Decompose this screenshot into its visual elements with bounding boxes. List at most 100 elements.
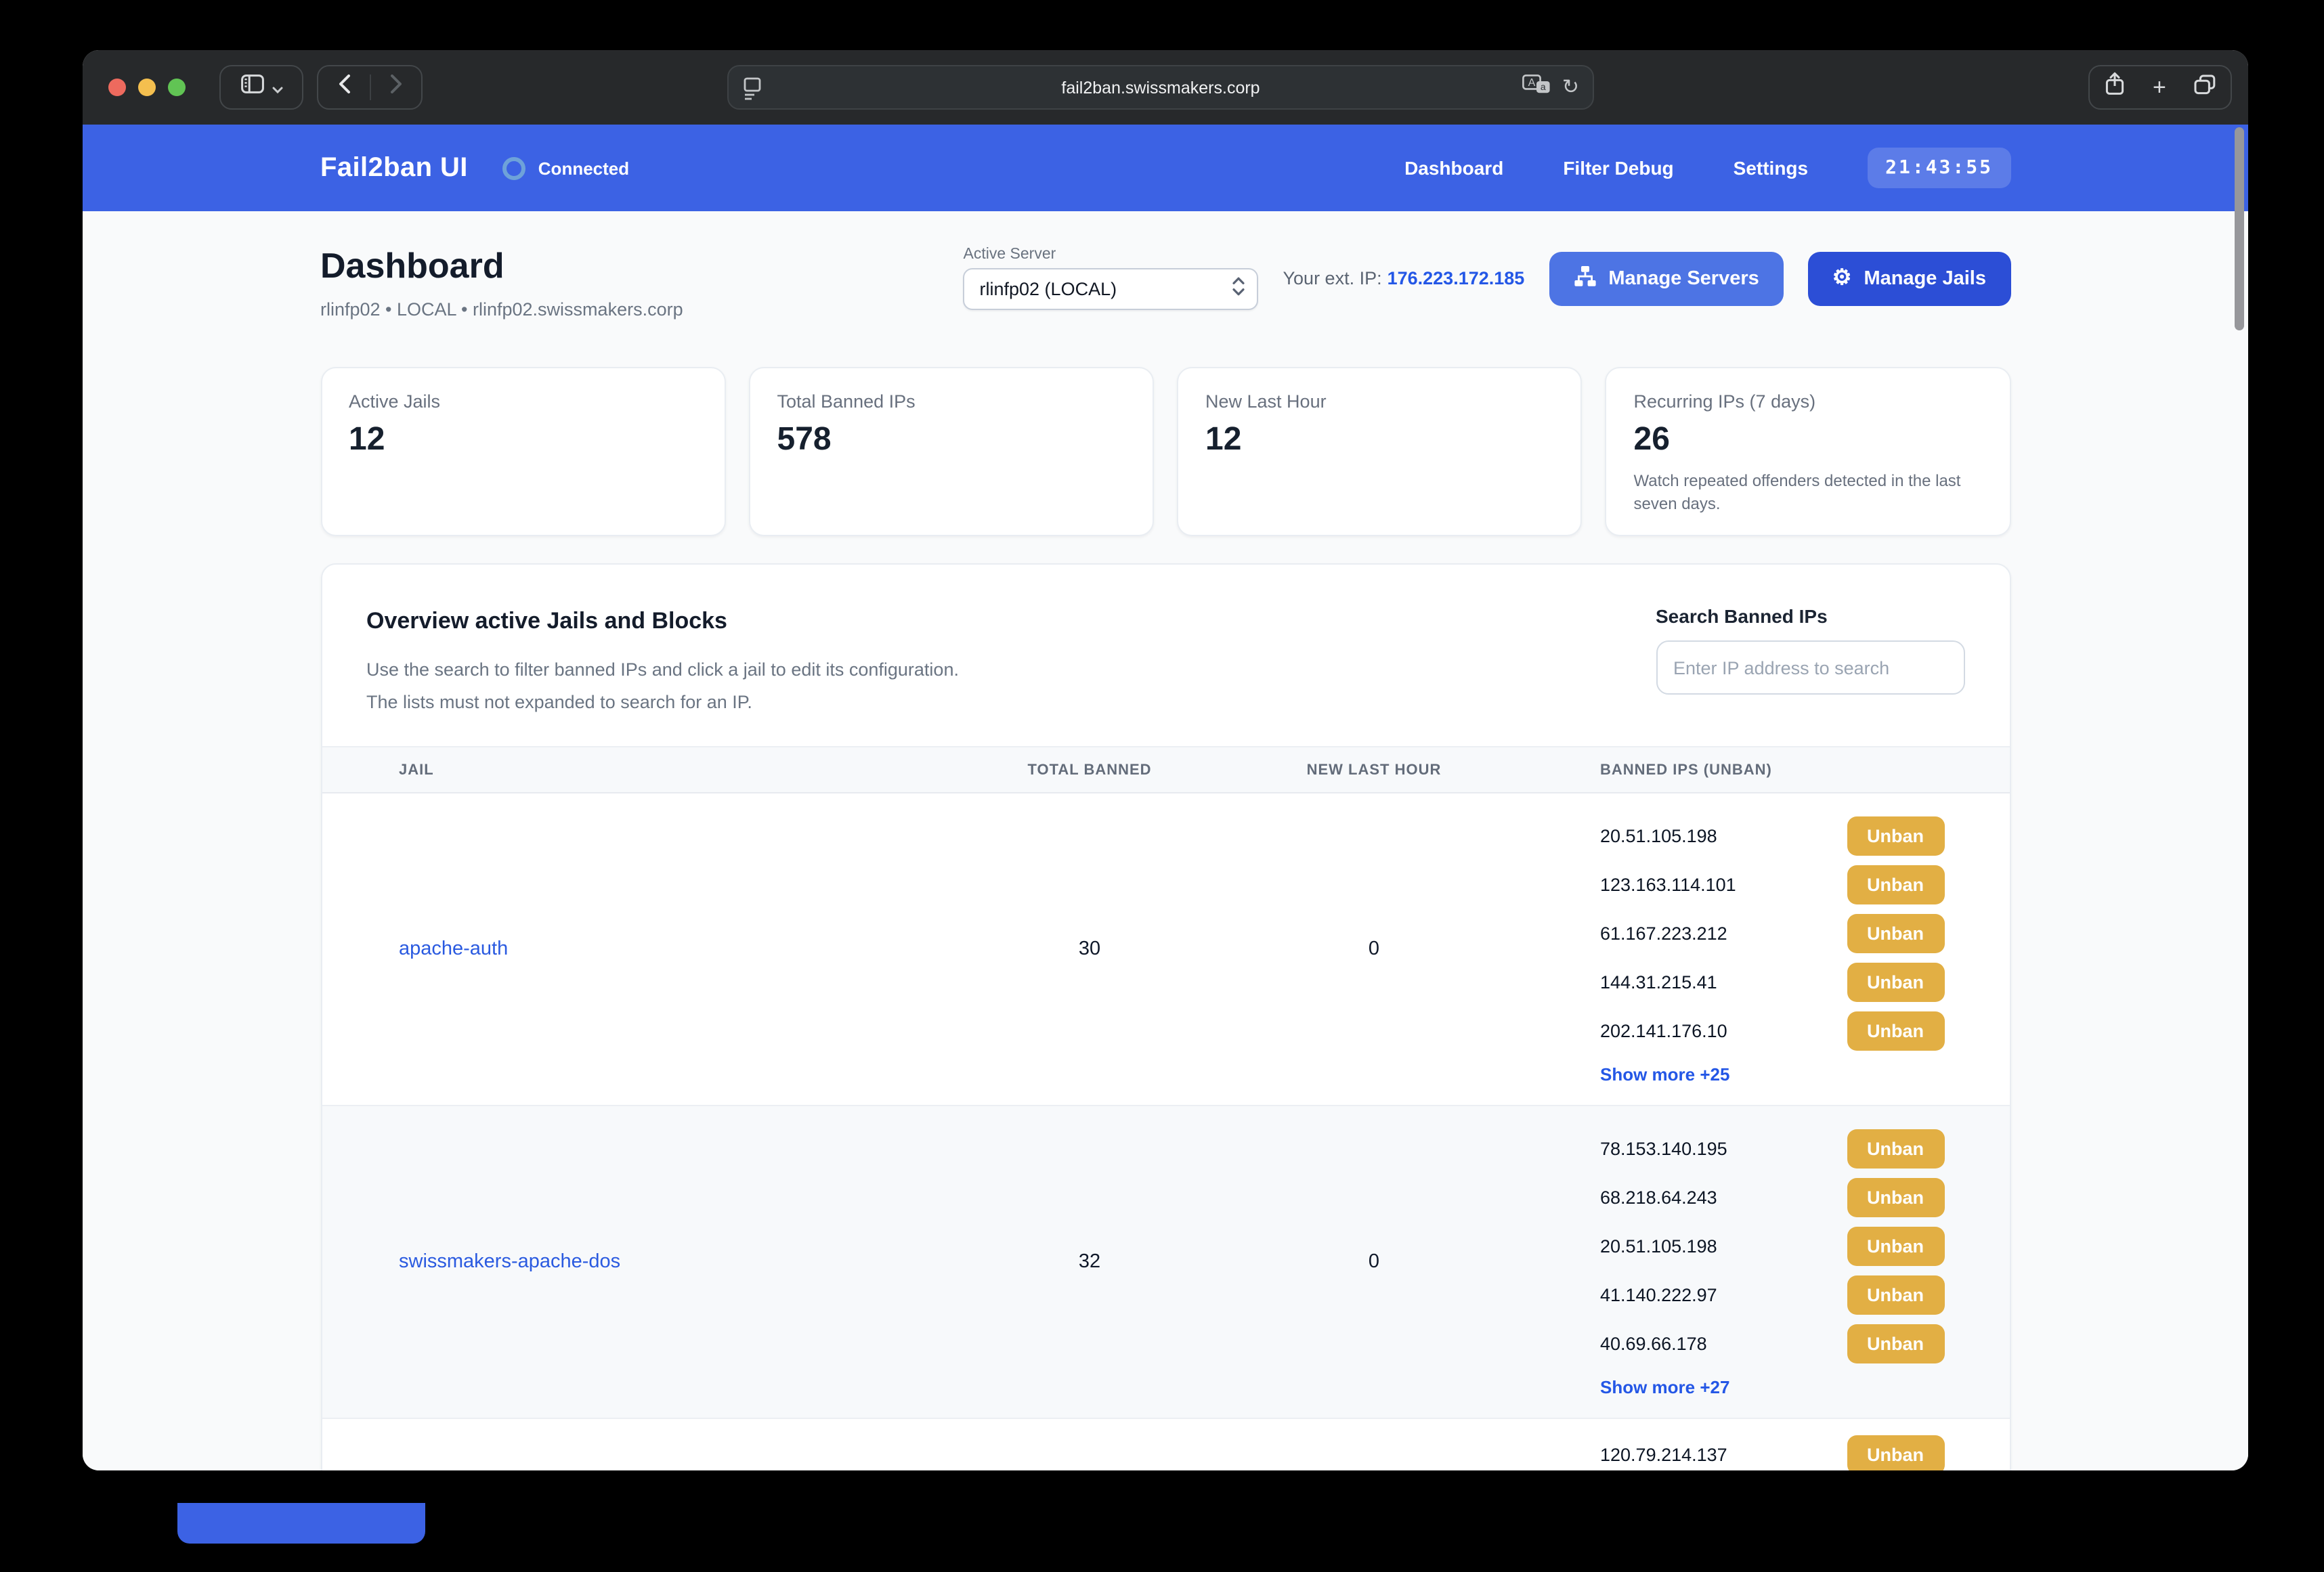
unban-button[interactable]: Unban	[1847, 1177, 1944, 1217]
svg-text:A: A	[1529, 77, 1536, 88]
jails-table: JAIL TOTAL BANNED NEW LAST HOUR BANNED I…	[322, 746, 2009, 1470]
app-nav-links: DashboardFilter DebugSettings21:43:55	[1404, 148, 2010, 188]
manage-jails-button[interactable]: ⚙ Manage Jails	[1808, 251, 2010, 305]
back-button[interactable]	[338, 74, 350, 100]
stat-value: 26	[1634, 421, 1983, 459]
banned-ip: 123.163.114.101	[1600, 874, 1736, 894]
unban-button[interactable]: Unban	[1847, 1324, 1944, 1363]
column-banned-ips: BANNED IPS (UNBAN)	[1536, 762, 1944, 778]
stat-value: 578	[777, 421, 1126, 459]
unban-button[interactable]: Unban	[1847, 1226, 1944, 1265]
stat-card: Recurring IPs (7 days) 26 Watch repeated o…	[1606, 367, 2011, 536]
stat-label: New Last Hour	[1205, 391, 1554, 412]
main-content: Dashboard rlinfp02 • LOCAL • rlinfp02.sw…	[320, 211, 2010, 1470]
banned-ip-row: 202.141.176.10 Unban	[1600, 1006, 1944, 1055]
new-last-hour-value: 0	[1211, 1251, 1536, 1273]
column-new-last-hour: NEW LAST HOUR	[1211, 762, 1536, 778]
sidebar-icon	[240, 74, 263, 100]
toolbar-actions: +	[2088, 65, 2232, 110]
new-last-hour-value: 0	[1211, 938, 1536, 960]
nav-item-settings[interactable]: Settings	[1734, 157, 1808, 179]
search-label: Search Banned IPs	[1656, 605, 1964, 627]
show-more-link[interactable]: Show more +25	[1600, 1059, 1944, 1089]
browser-chrome: fail2ban.swissmakers.corp Aa ↻ +	[83, 50, 2248, 125]
banned-ip: 41.140.222.97	[1600, 1284, 1717, 1305]
scrollbar-thumb[interactable]	[2235, 127, 2244, 330]
banned-ip-row: 20.51.105.198 Unban	[1600, 811, 1944, 860]
stat-label: Recurring IPs (7 days)	[1634, 391, 1983, 412]
table-row: apache-auth30020.51.105.198Unban123.163.…	[322, 793, 2009, 1106]
address-bar[interactable]: fail2ban.swissmakers.corp Aa ↻	[727, 65, 1594, 110]
external-ip-value: 176.223.172.185	[1387, 268, 1525, 288]
forward-button[interactable]	[389, 74, 402, 100]
unban-button[interactable]: Unban	[1847, 1435, 1944, 1470]
banned-ip-row: 20.51.105.198 Unban	[1600, 1221, 1944, 1270]
close-window-button[interactable]	[108, 79, 126, 96]
dashboard-header: Dashboard rlinfp02 • LOCAL • rlinfp02.sw…	[320, 244, 2010, 322]
nav-item-dashboard[interactable]: Dashboard	[1404, 157, 1503, 179]
tab-overview-icon[interactable]	[2195, 74, 2216, 101]
app-navbar: Fail2ban UI Connected DashboardFilter De…	[83, 125, 2248, 211]
unban-button[interactable]: Unban	[1847, 1129, 1944, 1168]
manage-servers-button[interactable]: Manage Servers	[1549, 251, 1783, 305]
banned-ip-row: 120.79.214.137Unban	[1600, 1430, 1944, 1470]
svg-text:a: a	[1541, 81, 1547, 91]
unban-button[interactable]: Unban	[1847, 1011, 1944, 1050]
banned-ip: 61.167.223.212	[1600, 923, 1727, 943]
column-jail: JAIL	[399, 762, 968, 778]
connection-status: Connected	[503, 156, 629, 179]
zoom-window-button[interactable]	[168, 79, 186, 96]
external-ip: Your ext. IP:176.223.172.185	[1283, 268, 1525, 288]
banned-ip-row: 61.167.223.212 Unban	[1600, 909, 1944, 957]
banned-ip-row: 41.140.222.97 Unban	[1600, 1270, 1944, 1319]
unban-button[interactable]: Unban	[1847, 962, 1944, 1001]
translate-icon[interactable]: Aa	[1523, 74, 1551, 101]
search-block: Search Banned IPs	[1656, 605, 1964, 695]
banned-ip: 68.218.64.243	[1600, 1187, 1717, 1207]
show-more-link[interactable]: Show more +27	[1600, 1372, 1944, 1401]
jail-cell: swissmakers-apache-dos	[399, 1250, 968, 1274]
select-stepper-icon	[1233, 276, 1245, 303]
page-title: Dashboard	[320, 244, 683, 287]
unban-button[interactable]: Unban	[1847, 913, 1944, 953]
stat-description: Watch repeated offenders detected in the…	[1634, 470, 1983, 517]
banned-ip-row: 40.69.66.178Unban	[1600, 1319, 1944, 1368]
jail-link[interactable]: swissmakers-apache-dos	[399, 1251, 620, 1273]
total-banned-value: 32	[968, 1251, 1211, 1273]
share-icon[interactable]	[2104, 72, 2124, 103]
chevron-down-icon	[272, 75, 282, 100]
screen: fail2ban.swissmakers.corp Aa ↻ +	[0, 0, 2324, 1572]
active-server-value: rlinfp02 (LOCAL)	[980, 279, 1233, 299]
banned-ip-row: 68.218.64.243 Unban	[1600, 1173, 1944, 1221]
jail-link[interactable]: apache-auth	[399, 938, 508, 960]
active-server-select[interactable]: rlinfp02 (LOCAL)	[964, 268, 1259, 310]
banned-ip: 202.141.176.10	[1600, 1020, 1727, 1041]
nav-item-filter-debug[interactable]: Filter Debug	[1563, 157, 1673, 179]
search-input[interactable]	[1656, 640, 1964, 695]
reload-icon[interactable]: ↻	[1562, 77, 1579, 97]
stat-label: Active Jails	[349, 391, 697, 412]
new-tab-icon[interactable]: +	[2153, 76, 2166, 99]
overview-title: Overview active Jails and Blocks	[366, 605, 959, 638]
sitemap-icon	[1573, 265, 1596, 292]
banned-ip-row: 144.31.215.41Unban	[1600, 957, 1944, 1006]
banned-ip: 20.51.105.198	[1600, 1236, 1717, 1256]
page-subtitle: rlinfp02 • LOCAL • rlinfp02.swissmakers.…	[320, 298, 683, 322]
stat-label: Total Banned IPs	[777, 391, 1126, 412]
sidebar-toggle-button[interactable]	[219, 65, 303, 110]
unban-button[interactable]: Unban	[1847, 1275, 1944, 1314]
stat-card: New Last Hour12	[1177, 367, 1583, 536]
banned-ip: 20.51.105.198	[1600, 825, 1717, 846]
column-total-banned: TOTAL BANNED	[968, 762, 1211, 778]
divider	[370, 74, 371, 100]
stats-row: Active Jails12Total Banned IPs578New Las…	[320, 367, 2010, 536]
minimize-window-button[interactable]	[138, 79, 156, 96]
address-bar-actions: Aa ↻	[1523, 66, 1579, 108]
overview-description: Use the search to filter banned IPs and …	[366, 654, 959, 719]
unban-button[interactable]: Unban	[1847, 816, 1944, 855]
unban-button[interactable]: Unban	[1847, 865, 1944, 904]
stat-card: Total Banned IPs 578	[749, 367, 1155, 536]
traffic-lights	[108, 79, 186, 96]
banned-ips-cell: 20.51.105.198Unban123.163.114.101Unban61…	[1536, 793, 1944, 1105]
status-label: Connected	[538, 158, 629, 178]
